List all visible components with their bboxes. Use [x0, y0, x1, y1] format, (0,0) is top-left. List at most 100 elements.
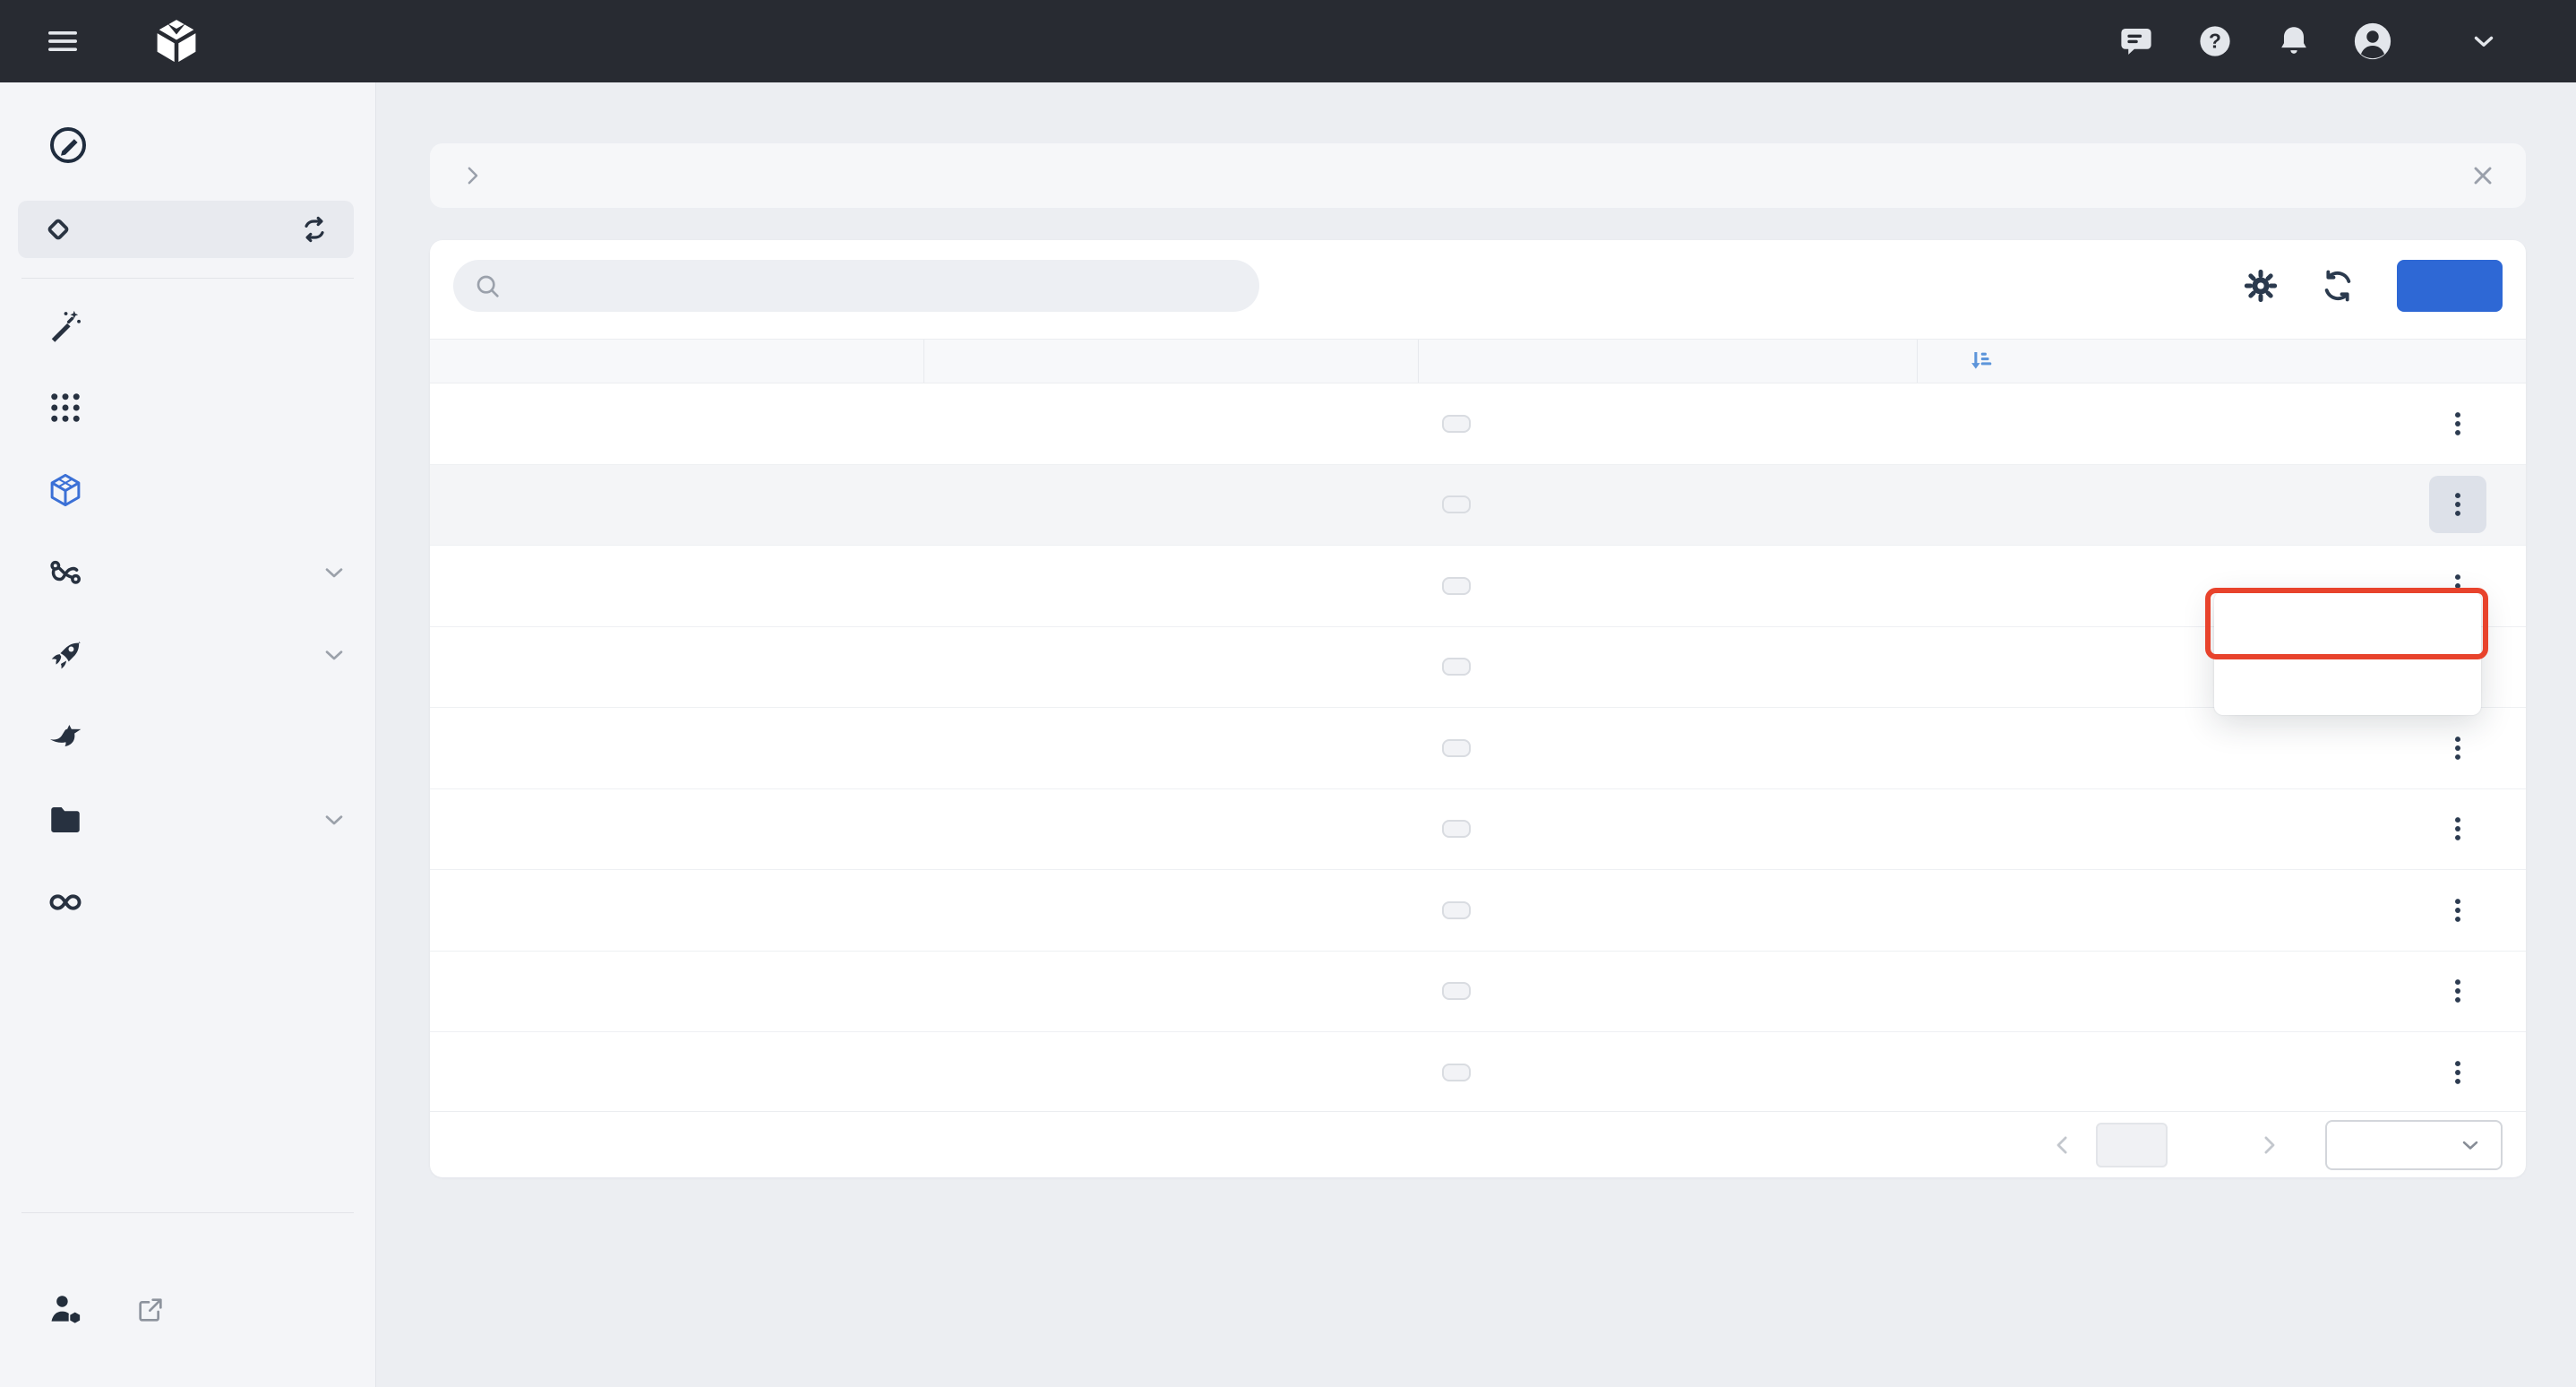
label-tag — [1442, 495, 1471, 513]
bell-icon[interactable] — [2273, 21, 2314, 62]
sidebar-item-workbench-management[interactable] — [0, 1251, 375, 1330]
label-tag — [1442, 982, 1471, 1000]
cell-labels — [1418, 901, 1917, 919]
label-tag — [1442, 739, 1471, 757]
help-icon[interactable]: ? — [2194, 21, 2236, 62]
menu-item-quota[interactable] — [2214, 599, 2481, 652]
cell-labels — [1418, 495, 1917, 513]
column-header-labels[interactable] — [1418, 340, 1917, 383]
row-actions-button[interactable] — [2429, 395, 2486, 452]
page-number-input[interactable] — [2096, 1123, 2168, 1167]
namespace-card — [430, 240, 2526, 1177]
chevron-down-icon[interactable] — [2463, 21, 2504, 62]
workbench-icon — [47, 124, 90, 167]
row-actions-button[interactable] — [2429, 1044, 2486, 1101]
label-tag — [1442, 901, 1471, 919]
cell-labels — [1418, 982, 1917, 1000]
cell-labels — [1418, 820, 1917, 838]
cube-icon — [47, 471, 84, 509]
chevron-down-icon — [2458, 1133, 2483, 1158]
row-actions-button[interactable] — [2429, 882, 2486, 939]
main-content — [376, 82, 2576, 1387]
rocket-icon — [47, 636, 84, 674]
sidebar-item-project-management[interactable] — [0, 779, 375, 861]
table-footer — [430, 1111, 2526, 1177]
folder-icon — [47, 801, 84, 839]
svg-text:?: ? — [2209, 30, 2221, 53]
label-tag — [1442, 577, 1471, 595]
table-row[interactable] — [430, 952, 2526, 1033]
grid-icon — [47, 389, 84, 426]
sidebar-item-overview[interactable] — [0, 366, 375, 449]
label-tag — [1442, 658, 1471, 676]
sidebar-item-toolchain[interactable] — [0, 861, 375, 943]
sidebar-item-namespaces[interactable] — [0, 449, 375, 531]
message-icon[interactable] — [2116, 21, 2157, 62]
close-icon[interactable] — [2469, 161, 2497, 190]
bird-icon — [47, 719, 84, 756]
platform-role-label — [0, 1213, 375, 1251]
avatar-icon[interactable] — [2352, 21, 2393, 62]
search-input[interactable] — [514, 271, 1216, 301]
table-row[interactable] — [430, 1032, 2526, 1114]
column-header-cluster[interactable] — [923, 340, 1418, 383]
row-actions-button[interactable] — [2429, 719, 2486, 777]
swap-icon[interactable] — [298, 213, 331, 246]
gear-icon[interactable] — [2243, 268, 2279, 304]
sort-descending-icon[interactable] — [1966, 347, 1995, 375]
external-link-icon — [136, 1296, 165, 1324]
column-header-name[interactable] — [430, 340, 923, 383]
toolbar — [430, 240, 2526, 312]
workspace-switcher[interactable] — [18, 201, 354, 258]
sidebar-item-gitops[interactable] — [0, 614, 375, 696]
top-header: ? — [0, 0, 2576, 82]
table-row[interactable] — [430, 627, 2526, 709]
sidebar-item-pipelines[interactable] — [0, 531, 375, 614]
cell-labels — [1418, 415, 1917, 433]
chevron-down-icon — [320, 641, 348, 669]
table-row[interactable] — [430, 383, 2526, 465]
daocloud-logo-icon — [150, 15, 202, 67]
column-header-created[interactable] — [1917, 340, 2331, 383]
page-size-select[interactable] — [2325, 1120, 2503, 1170]
create-button[interactable] — [2397, 260, 2503, 312]
table-row[interactable] — [430, 546, 2526, 627]
infinity-icon — [47, 883, 84, 921]
workbench-header — [0, 82, 375, 167]
menu-icon[interactable] — [34, 13, 91, 70]
table-row[interactable] — [430, 708, 2526, 789]
next-page-icon[interactable] — [2255, 1132, 2282, 1159]
prev-page-icon[interactable] — [2049, 1132, 2076, 1159]
search-icon — [473, 271, 502, 300]
search-input-wrap[interactable] — [453, 260, 1259, 312]
cell-labels — [1418, 1064, 1917, 1081]
label-tag — [1442, 415, 1471, 433]
workspace-icon — [41, 212, 75, 246]
cell-labels — [1418, 658, 1917, 676]
table-row[interactable] — [430, 465, 2526, 547]
sidebar — [0, 82, 376, 1387]
chevron-down-icon — [320, 558, 348, 587]
refresh-icon[interactable] — [2320, 268, 2356, 304]
label-tag — [1442, 820, 1471, 838]
table-row[interactable] — [430, 870, 2526, 952]
sidebar-item-wizard[interactable] — [0, 284, 375, 366]
user-cube-icon — [47, 1290, 86, 1330]
sidebar-item-gray-release[interactable] — [0, 696, 375, 779]
row-actions-button[interactable] — [2429, 800, 2486, 857]
chevron-down-icon — [320, 805, 348, 834]
column-header-actions — [2331, 340, 2526, 383]
sidebar-footer — [0, 1212, 375, 1387]
cell-labels — [1418, 739, 1917, 757]
sidebar-nav — [0, 279, 375, 943]
row-actions-button[interactable] — [2429, 962, 2486, 1020]
wand-icon — [47, 306, 84, 344]
table-header — [430, 339, 2526, 383]
breadcrumb — [430, 143, 2526, 208]
table-row[interactable] — [430, 789, 2526, 871]
table-body — [430, 383, 2526, 1114]
row-actions-button[interactable] — [2429, 476, 2486, 533]
pipeline-icon — [47, 554, 84, 591]
menu-item-edit-labels[interactable] — [2214, 652, 2481, 706]
cell-labels — [1418, 577, 1917, 595]
